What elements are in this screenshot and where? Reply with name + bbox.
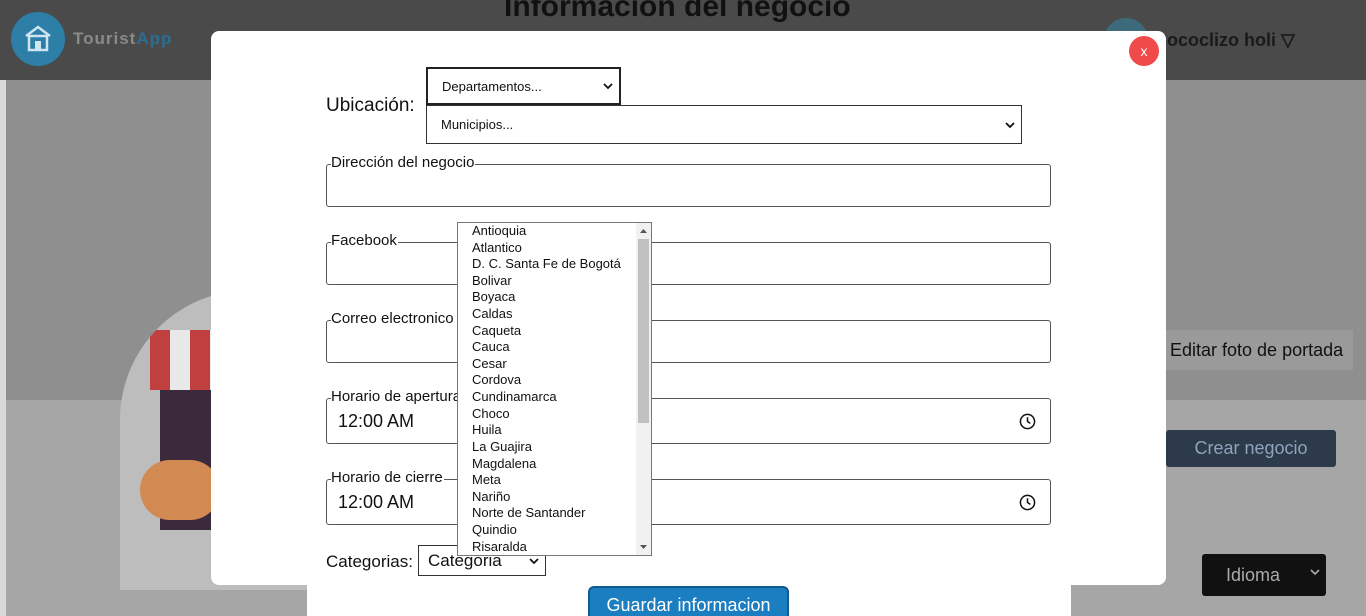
facebook-field[interactable]: Facebook [326, 232, 1051, 285]
save-info-button[interactable]: Guardar informacion [588, 586, 789, 616]
dropdown-option[interactable]: Choco [458, 406, 637, 423]
dropdown-option[interactable]: Nariño [458, 489, 637, 506]
dropdown-scrollbar[interactable] [636, 223, 651, 555]
dropdown-option[interactable]: D. C. Santa Fe de Bogotá [458, 256, 637, 273]
create-business-button[interactable]: Crear negocio [1166, 430, 1336, 467]
dropdown-option[interactable]: Atlantico [458, 240, 637, 257]
facebook-label: Facebook [331, 232, 398, 249]
email-field[interactable]: Correo electronico d [326, 310, 1051, 363]
scrollbar-thumb[interactable] [638, 239, 649, 423]
dropdown-option[interactable]: Risaralda [458, 539, 637, 555]
user-name: Cococlizo holi ▽ [1154, 29, 1295, 50]
dropdown-option[interactable]: Quindio [458, 522, 637, 539]
chevron-down-icon [529, 557, 539, 564]
dropdown-option[interactable]: La Guajira [458, 439, 637, 456]
edit-cover-button[interactable]: Editar foto de portada [1160, 330, 1354, 370]
scroll-up-arrow-icon[interactable] [639, 227, 648, 235]
address-label: Dirección del negocio [331, 154, 476, 171]
dropdown-option[interactable]: Cauca [458, 339, 637, 356]
categories-label: Categorias: [326, 552, 413, 571]
dropdown-option[interactable]: Bolivar [458, 273, 637, 290]
dropdown-option[interactable]: Norte de Santander [458, 505, 637, 522]
dropdown-option[interactable]: Meta [458, 472, 637, 489]
departments-select-value: Departamentos... [442, 78, 542, 94]
close-icon: x [1140, 43, 1148, 59]
page-title: Información del negocio [504, 0, 851, 23]
scroll-down-arrow-icon[interactable] [639, 543, 648, 551]
language-select-value: Idioma [1226, 564, 1281, 585]
dropdown-option[interactable]: Cundinamarca [458, 389, 637, 406]
shop-logo-icon [11, 12, 65, 66]
app-logo[interactable]: TouristApp [11, 12, 172, 66]
opening-time-value: 12:00 AM [338, 411, 415, 431]
departments-dropdown-list[interactable]: Antioquia Atlantico D. C. Santa Fe de Bo… [457, 222, 652, 556]
hand-illustration [140, 460, 220, 520]
chevron-down-icon [1005, 121, 1015, 128]
clock-icon[interactable] [1019, 413, 1036, 430]
departments-select[interactable]: Departamentos... [426, 67, 621, 105]
app-name: TouristApp [73, 29, 173, 48]
closing-time-label: Horario de cierre [331, 469, 444, 486]
closing-time-field[interactable]: Horario de cierre 12:00 AM [326, 469, 1051, 525]
opening-time-label: Horario de apertura [331, 388, 463, 405]
closing-time-value: 12:00 AM [338, 492, 415, 512]
location-label: Ubicación: [326, 95, 415, 116]
email-label: Correo electronico d [331, 310, 468, 327]
dropdown-options: Antioquia Atlantico D. C. Santa Fe de Bo… [458, 223, 637, 555]
municipalities-select-value: Municipios... [441, 117, 514, 132]
dropdown-option[interactable]: Huila [458, 422, 637, 439]
clock-icon[interactable] [1019, 494, 1036, 511]
page-left-strip [0, 80, 6, 616]
chevron-down-icon [1310, 566, 1320, 580]
chevron-down-icon [603, 83, 613, 90]
dropdown-option[interactable]: Magdalena [458, 456, 637, 473]
language-select[interactable]: Idioma [1202, 554, 1326, 596]
dropdown-option[interactable]: Caldas [458, 306, 637, 323]
municipalities-select[interactable]: Municipios... [426, 105, 1022, 144]
dropdown-option[interactable]: Boyaca [458, 289, 637, 306]
dropdown-option[interactable]: Caqueta [458, 323, 637, 340]
address-field[interactable]: Dirección del negocio [326, 154, 1051, 207]
opening-time-field[interactable]: Horario de apertura 12:00 AM [326, 388, 1051, 444]
dropdown-option[interactable]: Antioquia [458, 223, 637, 240]
dropdown-option[interactable]: Cesar [458, 356, 637, 373]
close-modal-button[interactable]: x [1129, 36, 1159, 66]
dropdown-option[interactable]: Cordova [458, 372, 637, 389]
